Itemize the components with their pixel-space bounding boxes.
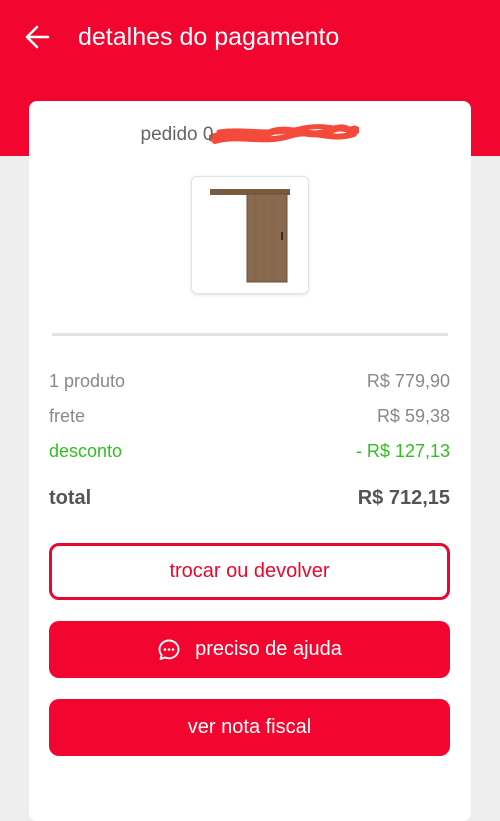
- chat-bubble-icon: [157, 638, 181, 662]
- page-title: detalhes do pagamento: [78, 23, 340, 51]
- discount-value: - R$ 127,13: [355, 441, 450, 461]
- divider: [52, 333, 448, 336]
- back-button[interactable]: [22, 22, 52, 52]
- shipping-row: frete R$ 59,38: [49, 406, 450, 427]
- products-row: 1 produto R$ 779,90: [49, 371, 450, 392]
- order-number: pedido 0: [29, 124, 471, 146]
- shipping-value: R$ 59,38: [376, 406, 450, 426]
- exchange-return-button[interactable]: trocar ou devolver: [49, 543, 450, 600]
- discount-row: desconto - R$ 127,13: [49, 441, 450, 462]
- products-label: 1 produto: [49, 371, 126, 391]
- product-image[interactable]: [191, 176, 309, 294]
- total-label: total: [49, 487, 92, 509]
- sliding-door-image: [210, 189, 290, 283]
- total-row: total R$ 712,15: [49, 487, 450, 510]
- arrow-left-icon: [25, 25, 50, 49]
- invoice-label: ver nota fiscal: [187, 716, 312, 738]
- invoice-button[interactable]: ver nota fiscal: [49, 699, 450, 756]
- help-label: preciso de ajuda: [195, 638, 342, 660]
- payment-details-card: pedido 0 1 produto R$ 779,90 frete R$ 59…: [29, 101, 471, 821]
- help-button[interactable]: preciso de ajuda: [49, 621, 450, 678]
- shipping-label: frete: [49, 406, 86, 426]
- total-value: R$ 712,15: [357, 487, 450, 509]
- discount-label: desconto: [49, 441, 123, 461]
- redaction-scribble: [209, 124, 360, 144]
- products-value: R$ 779,90: [366, 371, 450, 391]
- exchange-return-label: trocar ou devolver: [169, 560, 330, 582]
- order-label: pedido 0: [140, 124, 214, 146]
